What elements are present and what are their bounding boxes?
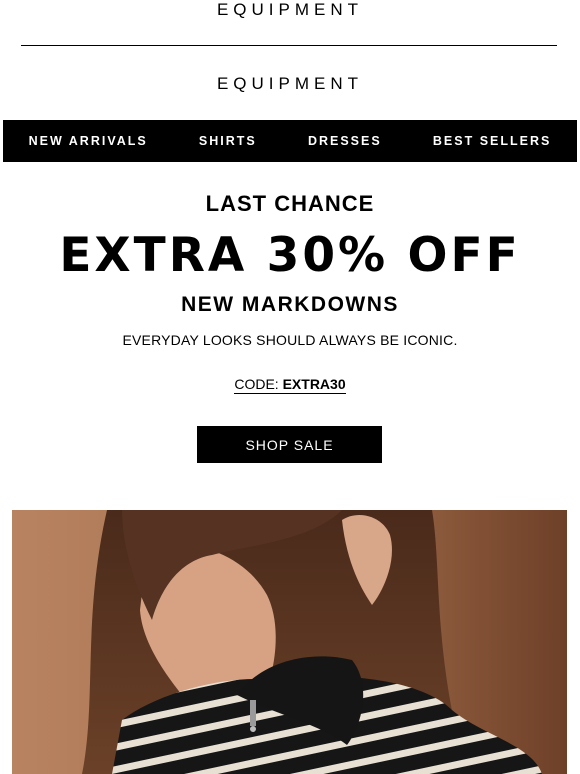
hero-image[interactable] <box>12 510 567 774</box>
promo-eyebrow: LAST CHANCE <box>205 191 375 216</box>
shop-sale-button[interactable]: SHOP SALE <box>197 426 382 463</box>
brand-wordmark-top[interactable]: EQUIPMENT <box>0 0 580 20</box>
promo-code-label: CODE: <box>234 376 279 392</box>
promo-code-underline: CODE: EXTRA30 <box>234 376 346 394</box>
model-photo-icon <box>12 510 567 774</box>
nav-item-shirts[interactable]: SHIRTS <box>193 134 263 148</box>
promo-tagline: EVERYDAY LOOKS SHOULD ALWAYS BE ICONIC. <box>122 332 458 348</box>
nav-item-best-sellers[interactable]: BEST SELLERS <box>427 134 557 148</box>
nav-item-new-arrivals[interactable]: NEW ARRIVALS <box>23 134 154 148</box>
brand-logo[interactable]: EQUIPMENT <box>0 74 580 94</box>
promo-code: CODE: EXTRA30 <box>0 375 580 394</box>
promo-headline: EXTRA 30% OFF <box>59 228 521 283</box>
promo-subheadline: NEW MARKDOWNS <box>181 293 399 316</box>
main-nav: NEW ARRIVALS SHIRTS DRESSES BEST SELLERS <box>3 120 577 162</box>
header-divider <box>21 45 557 46</box>
promo-code-value: EXTRA30 <box>282 376 346 392</box>
nav-item-dresses[interactable]: DRESSES <box>302 134 388 148</box>
